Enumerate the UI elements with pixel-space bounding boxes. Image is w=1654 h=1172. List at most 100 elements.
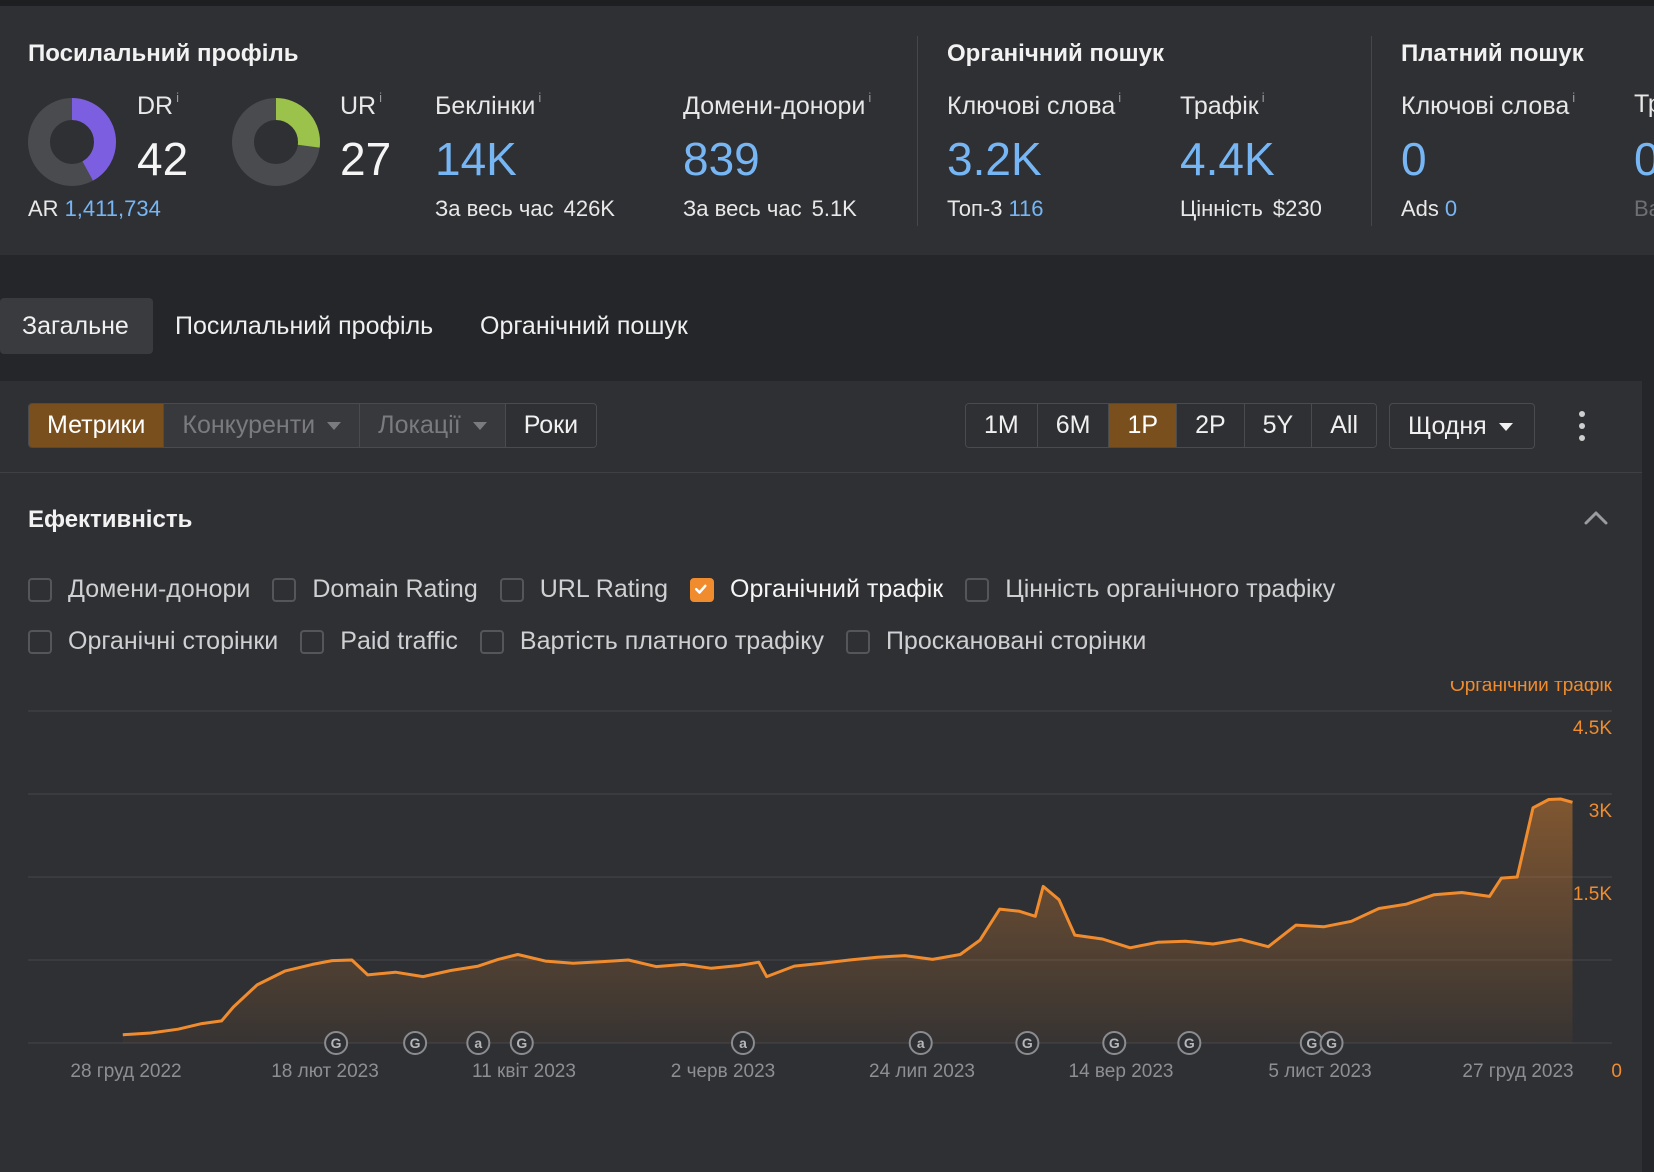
organic-keywords-info-icon[interactable]: i <box>1118 90 1121 105</box>
locations-dropdown[interactable]: Локації <box>360 404 506 447</box>
paid-traffic-value[interactable]: 0 <box>1634 132 1654 186</box>
toolbar-divider <box>0 472 1642 473</box>
annotation-marker[interactable]: a <box>908 1031 933 1055</box>
chevron-up-icon[interactable] <box>1582 505 1610 529</box>
checkbox-organic-traffic[interactable]: Органічний трафік <box>690 575 943 604</box>
dr-info-icon[interactable]: i <box>176 90 179 105</box>
organic-traffic-info-icon[interactable]: i <box>1262 90 1265 105</box>
checkbox-ref-domains[interactable]: Домени-донори <box>28 575 250 604</box>
ref-domains-value[interactable]: 839 <box>683 132 760 186</box>
y-tick-label: 0 <box>1611 1061 1622 1082</box>
series-legend-label: Органічний трафік <box>1450 681 1613 696</box>
paid-keywords-info-icon[interactable]: i <box>1572 90 1575 105</box>
google-update-marker[interactable]: G <box>1102 1031 1127 1055</box>
x-tick-label: 18 лют 2023 <box>271 1061 379 1082</box>
view-mode-group: Метрики Конкуренти Локації Роки <box>28 403 598 448</box>
google-update-marker[interactable]: G <box>324 1031 349 1055</box>
y-tick-label: 3K <box>1589 801 1613 822</box>
date-range-group: 1M 6M 1Р 2Р 5Y All <box>965 403 1378 448</box>
x-tick-label: 24 лип 2023 <box>869 1061 975 1082</box>
svg-text:G: G <box>410 1035 421 1051</box>
paid-keywords-label: Ключові слова i <box>1401 90 1576 120</box>
checkbox-box[interactable] <box>479 629 504 654</box>
checkbox-crawled-pages[interactable]: Проскановані сторінки <box>845 627 1146 656</box>
tab-organic-search[interactable]: Органічний пошук <box>458 298 710 354</box>
paid-traffic-label: Тр <box>1634 90 1654 118</box>
ur-value: 27 <box>340 133 392 185</box>
range-5y-button[interactable]: 5Y <box>1244 404 1313 447</box>
x-tick-label: 14 вер 2023 <box>1069 1061 1174 1082</box>
backlink-profile-title: Посилальний профіль <box>28 40 299 67</box>
checkbox-organic-traffic-value[interactable]: Цінність органічного трафіку <box>965 575 1335 604</box>
dr-value: 42 <box>137 133 189 185</box>
ar-value[interactable]: 1,411,734 <box>65 196 161 221</box>
organic-traffic-value-row: Цінність $230 <box>1180 196 1322 221</box>
tab-backlink-profile[interactable]: Посилальний профіль <box>153 298 455 354</box>
range-2y-button[interactable]: 2Р <box>1177 404 1245 447</box>
google-update-marker[interactable]: G <box>1015 1031 1040 1055</box>
competitors-dropdown[interactable]: Конкуренти <box>164 404 361 447</box>
organic-keywords-value[interactable]: 3.2K <box>947 132 1042 186</box>
granularity-dropdown[interactable]: Щодня <box>1389 403 1535 449</box>
checkbox-url-rating[interactable]: URL Rating <box>499 575 668 604</box>
section-divider <box>1371 36 1372 226</box>
range-all-button[interactable]: All <box>1312 404 1377 447</box>
svg-text:G: G <box>1326 1035 1337 1051</box>
google-update-marker[interactable]: G <box>1177 1031 1202 1055</box>
checkbox-box[interactable] <box>965 577 990 602</box>
checkmark-icon <box>694 584 707 594</box>
svg-text:G: G <box>1184 1035 1195 1051</box>
checkbox-box[interactable] <box>272 577 297 602</box>
backlinks-label: Беклінки i <box>435 90 542 120</box>
paid-keywords-value[interactable]: 0 <box>1401 132 1427 186</box>
ref-domains-info-icon[interactable]: i <box>868 90 871 105</box>
svg-text:G: G <box>516 1035 527 1051</box>
range-1m-button[interactable]: 1M <box>966 404 1038 447</box>
x-tick-label: 2 черв 2023 <box>671 1061 776 1082</box>
years-button[interactable]: Роки <box>505 404 597 447</box>
x-tick-label: 27 груд 2023 <box>1462 1061 1573 1082</box>
svg-text:a: a <box>739 1035 747 1051</box>
checkbox-box[interactable] <box>690 577 715 602</box>
checkbox-box[interactable] <box>845 629 870 654</box>
google-update-marker[interactable]: G <box>509 1031 534 1055</box>
x-tick-label: 5 лист 2023 <box>1268 1061 1371 1082</box>
tab-general[interactable]: Загальне <box>0 298 153 354</box>
google-update-marker[interactable]: G <box>403 1031 428 1055</box>
checkbox-box[interactable] <box>28 629 52 654</box>
chevron-down-icon <box>472 422 487 430</box>
organic-traffic-chart[interactable]: GGaGaaGGGGG Органічний трафік01.5K3K4.5K… <box>0 681 1642 1151</box>
organic-search-title: Органічний пошук <box>947 40 1164 67</box>
checkbox-box[interactable] <box>28 577 52 602</box>
google-update-marker[interactable]: G <box>1319 1031 1344 1055</box>
ur-info-icon[interactable]: i <box>379 90 382 105</box>
checkbox-organic-pages[interactable]: Органічні сторінки <box>28 627 278 656</box>
organic-top3: Топ-3 116 <box>947 196 1044 221</box>
paid-traffic-sub: Ва <box>1634 196 1654 221</box>
metrics-button[interactable]: Метрики <box>29 404 165 447</box>
annotation-marker[interactable]: a <box>466 1031 491 1055</box>
ref-domains-alltime: За весь час 5.1K <box>683 196 857 221</box>
top3-value[interactable]: 116 <box>1008 196 1043 221</box>
checkbox-box[interactable] <box>300 629 325 654</box>
range-6m-button[interactable]: 6M <box>1037 404 1110 447</box>
checkbox-box[interactable] <box>499 577 524 602</box>
dr-donut-chart <box>28 98 116 186</box>
checkbox-paid-traffic-cost[interactable]: Вартість платного трафіку <box>479 627 824 656</box>
x-tick-label: 28 груд 2022 <box>70 1061 181 1082</box>
ur-label: UR i <box>340 90 382 120</box>
section-divider <box>917 36 918 226</box>
organic-traffic-value[interactable]: 4.4K <box>1180 132 1275 186</box>
svg-text:a: a <box>474 1035 482 1051</box>
ur-donut-chart <box>232 98 320 186</box>
backlinks-value[interactable]: 14K <box>435 132 517 186</box>
more-options-icon[interactable] <box>1572 411 1592 441</box>
checkbox-domain-rating[interactable]: Domain Rating <box>272 575 478 604</box>
google-update-marker[interactable]: G <box>1299 1031 1324 1055</box>
annotation-marker[interactable]: a <box>730 1031 755 1055</box>
metrics-overview-panel: Посилальний профіль DR i 42 UR i 27 AR 1,41… <box>0 6 1654 255</box>
backlinks-info-icon[interactable]: i <box>538 90 541 105</box>
checkbox-paid-traffic[interactable]: Paid traffic <box>300 627 458 656</box>
range-1y-button[interactable]: 1Р <box>1109 404 1178 447</box>
ads-value[interactable]: 0 <box>1445 196 1457 221</box>
